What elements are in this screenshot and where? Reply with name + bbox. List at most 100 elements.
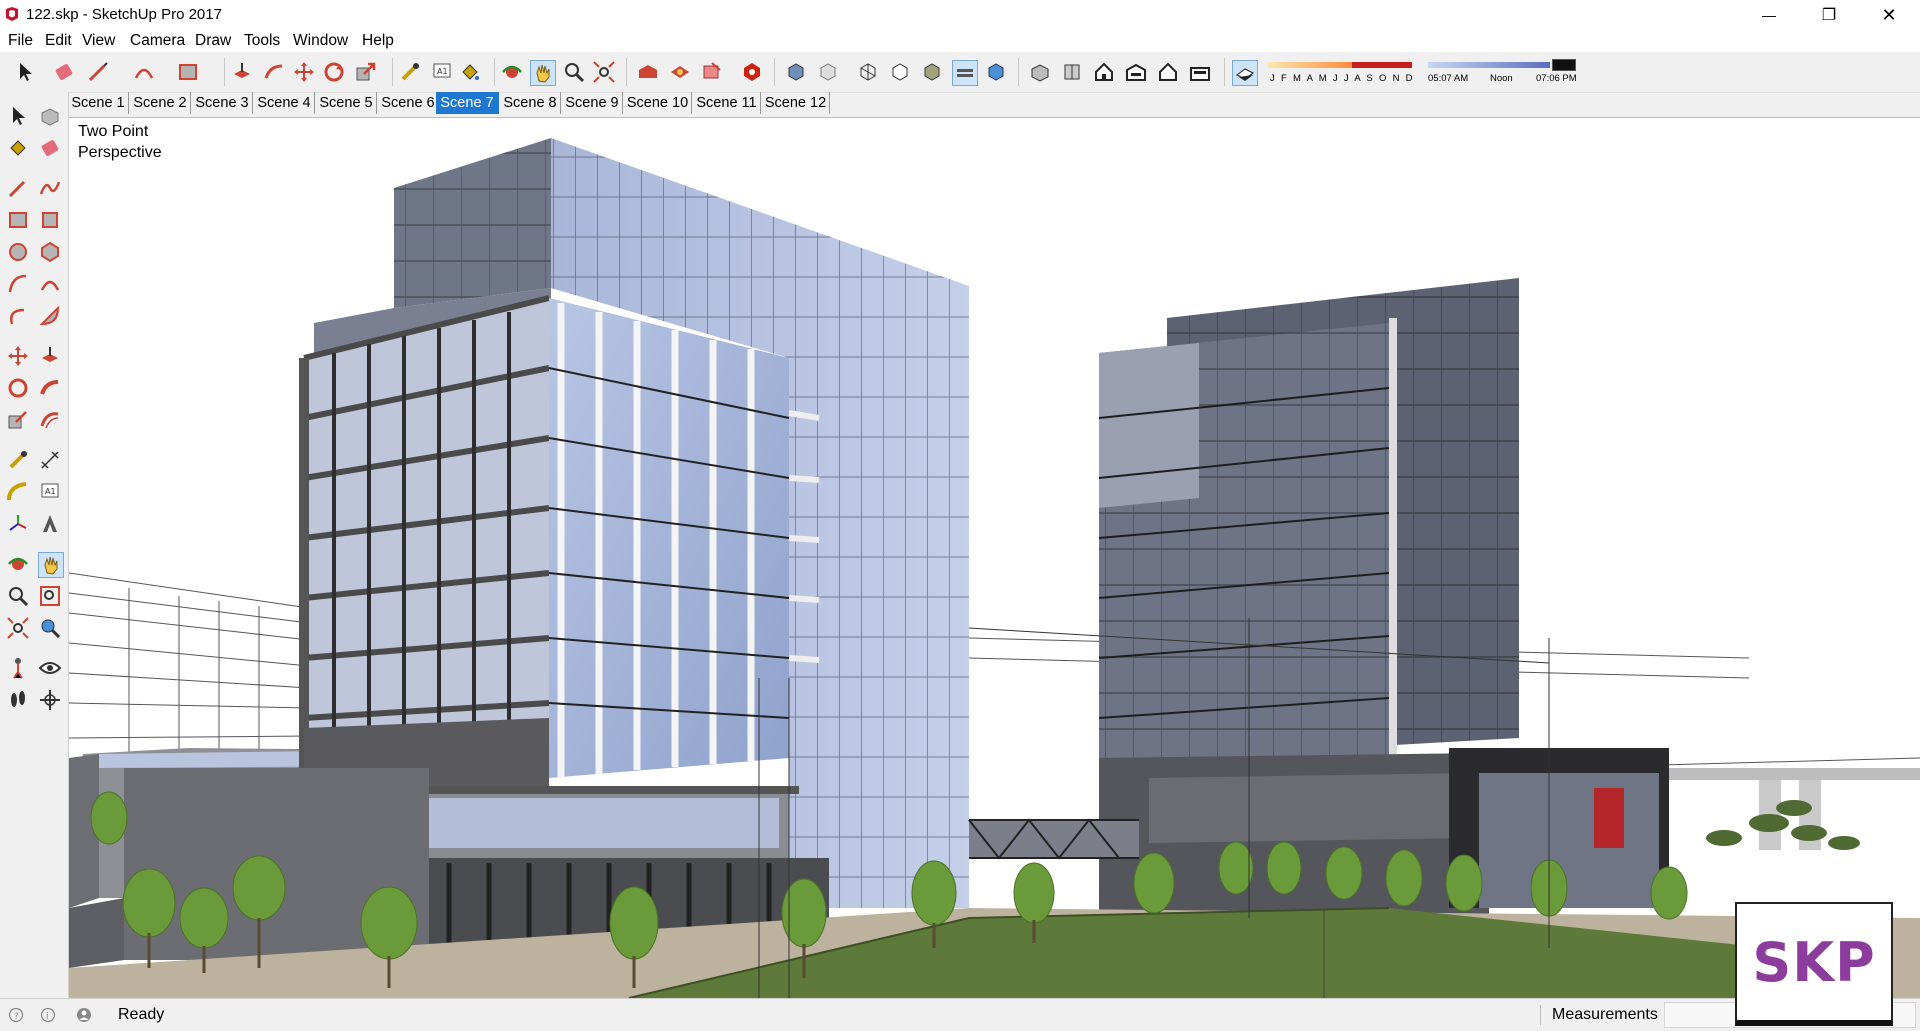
back-view-icon[interactable] [1156,60,1180,84]
wireframe-style-icon[interactable] [856,60,880,84]
top-view-icon[interactable] [1060,60,1084,84]
shaded-style-icon[interactable] [920,60,944,84]
arc-icon[interactable] [132,60,156,84]
text-icon[interactable]: A1 [38,480,62,504]
tape-measure-icon[interactable] [398,60,422,84]
back-edges-style-icon[interactable] [816,60,840,84]
minimize-button[interactable]: — [1740,0,1798,30]
circle-icon[interactable] [6,240,30,264]
rotate-icon[interactable] [6,376,30,400]
scale-icon[interactable] [6,408,30,432]
previous-view-icon[interactable] [38,616,62,640]
menu-tools[interactable]: Tools [244,32,280,50]
tab-scene-11[interactable]: Scene 11 [693,92,761,114]
close-button[interactable]: ✕ [1860,0,1918,30]
restore-button[interactable]: ❐ [1800,0,1858,30]
shaded-with-textures-icon[interactable] [952,60,978,86]
follow-me-icon[interactable] [262,60,286,84]
user-account-icon[interactable] [76,1007,92,1023]
eraser-icon[interactable] [38,136,62,160]
scale-icon[interactable] [354,60,378,84]
tab-scene-10[interactable]: Scene 10 [624,92,692,114]
zoom-icon[interactable] [562,60,586,84]
menu-file[interactable]: File [8,32,33,50]
share-component-icon[interactable] [700,60,724,84]
menu-window[interactable]: Window [293,32,348,50]
follow-me-icon[interactable] [38,376,62,400]
tab-scene-5[interactable]: Scene 5 [316,92,377,114]
paint-bucket-icon[interactable] [458,60,482,84]
tab-scene-7[interactable]: Scene 7 [436,92,499,114]
model-viewport[interactable]: Two Point Perspective [69,117,1920,998]
geolocation-icon[interactable]: ? [8,1007,24,1023]
move-icon[interactable] [292,60,316,84]
zoom-extents-icon[interactable] [592,60,616,84]
tab-scene-4[interactable]: Scene 4 [254,92,315,114]
make-component-icon[interactable] [38,104,62,128]
orbit-icon[interactable] [6,552,30,576]
menu-edit[interactable]: Edit [45,32,72,50]
select-icon[interactable] [14,60,38,84]
tab-scene-2[interactable]: Scene 2 [130,92,191,114]
protractor-icon[interactable] [6,480,30,504]
push-pull-icon[interactable] [230,60,254,84]
menu-camera[interactable]: Camera [130,32,185,50]
tape-measure-icon[interactable] [6,448,30,472]
rotated-rectangle-icon[interactable] [38,208,62,232]
line-icon[interactable] [6,176,30,200]
text-icon[interactable]: A1 [430,60,454,84]
pie-icon[interactable] [38,304,62,328]
tab-scene-9[interactable]: Scene 9 [562,92,623,114]
iso-view-icon[interactable] [1028,60,1052,84]
zoom-window-icon[interactable] [38,584,62,608]
monochrome-style-icon[interactable] [984,60,1008,84]
pan-icon[interactable] [530,60,556,86]
rectangle-icon[interactable] [176,60,200,84]
section-plane-icon[interactable] [38,688,62,712]
position-camera-icon[interactable] [6,656,30,680]
xray-style-icon[interactable] [784,60,808,84]
front-view-icon[interactable] [1092,60,1116,84]
tab-scene-3[interactable]: Scene 3 [192,92,253,114]
two-point-arc-icon[interactable] [38,272,62,296]
shadow-time-slider[interactable]: 05:07 AM Noon 07:06 PM [1428,59,1578,87]
line-icon[interactable] [86,60,110,84]
offset-icon[interactable] [38,408,62,432]
right-view-icon[interactable] [1124,60,1148,84]
zoom-extents-icon[interactable] [6,616,30,640]
move-icon[interactable] [6,344,30,368]
tab-scene-12[interactable]: Scene 12 [762,92,830,114]
hidden-line-style-icon[interactable] [888,60,912,84]
orbit-icon[interactable] [500,60,524,84]
credits-icon[interactable]: i [40,1007,56,1023]
pan-icon[interactable] [38,552,64,578]
arc-icon[interactable] [6,272,30,296]
push-pull-icon[interactable] [38,344,62,368]
tab-scene-6[interactable]: Scene 6 [378,92,439,114]
3d-text-icon[interactable] [38,512,62,536]
axes-icon[interactable] [6,512,30,536]
extension-warehouse-icon[interactable] [740,60,764,84]
eraser-icon[interactable] [52,60,76,84]
dimension-icon[interactable] [38,448,62,472]
select-icon[interactable] [6,104,30,128]
share-model-icon[interactable] [668,60,692,84]
shadows-toggle-icon[interactable] [1232,60,1258,86]
left-view-icon[interactable] [1188,60,1212,84]
walk-icon[interactable] [6,688,30,712]
zoom-icon[interactable] [6,584,30,608]
menu-help[interactable]: Help [362,32,394,50]
tab-scene-1[interactable]: Scene 1 [68,92,129,114]
tab-scene-8[interactable]: Scene 8 [500,92,561,114]
paint-bucket-icon[interactable] [6,136,30,160]
polygon-icon[interactable] [38,240,62,264]
look-around-icon[interactable] [38,656,62,680]
shadow-date-slider[interactable]: J F M A M J J A S O N D [1268,59,1413,87]
rotate-icon[interactable] [322,60,346,84]
freehand-icon[interactable] [38,176,62,200]
three-point-arc-icon[interactable] [6,304,30,328]
menu-draw[interactable]: Draw [195,32,231,50]
menu-view[interactable]: View [82,32,115,50]
rectangle-icon[interactable] [6,208,30,232]
3d-warehouse-icon[interactable] [636,60,660,84]
